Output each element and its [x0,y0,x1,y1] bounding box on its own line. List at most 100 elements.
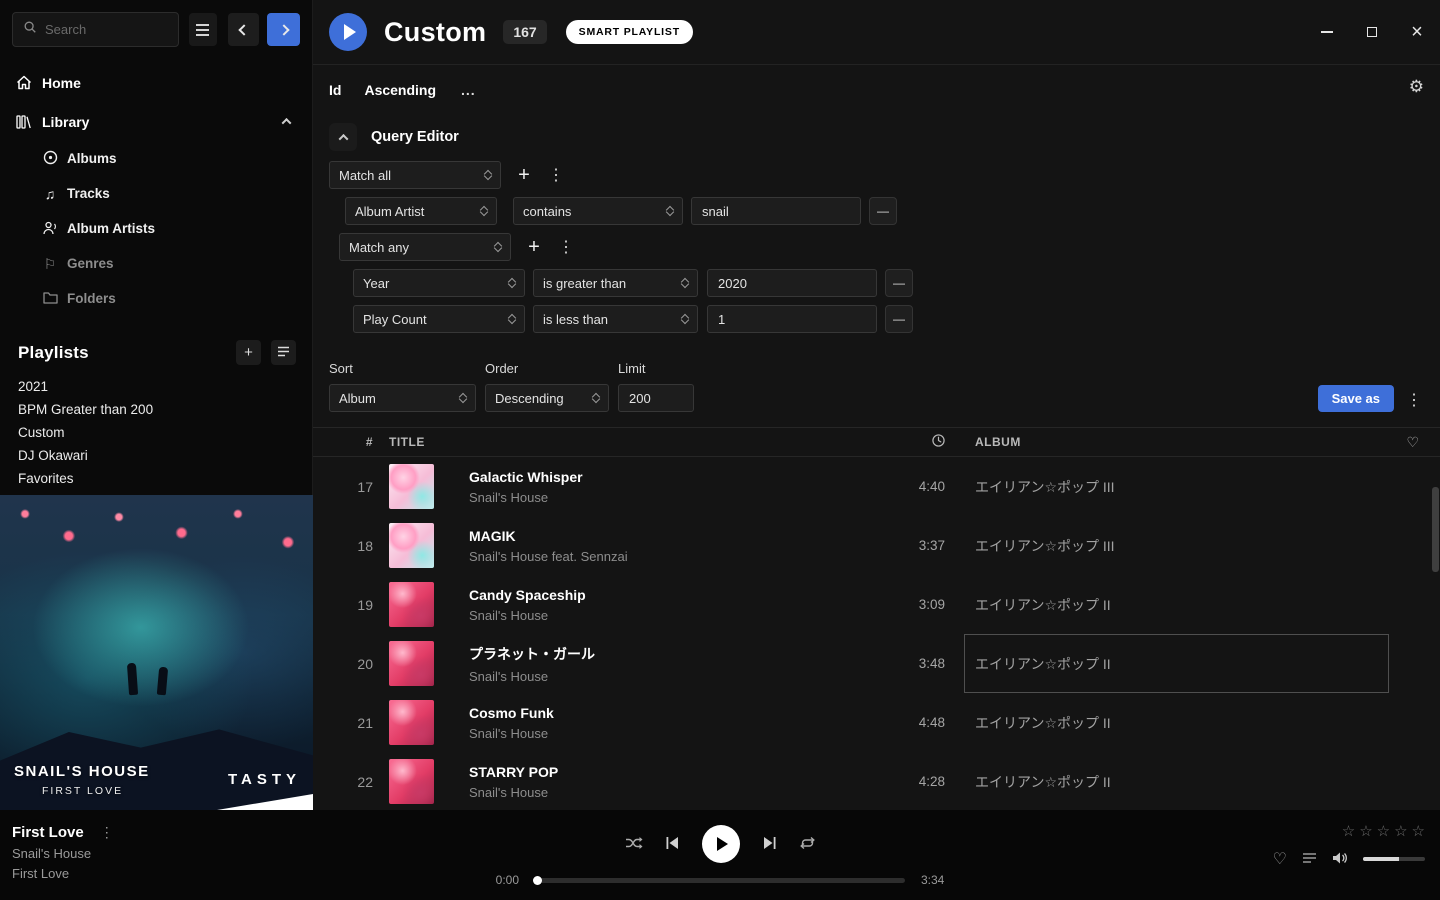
menu-button[interactable] [189,13,217,46]
star-icon[interactable]: ☆ [1342,822,1355,840]
seek-thumb[interactable] [533,876,542,885]
table-row[interactable]: 19 Candy SpaceshipSnail's House 3:09 エイリ… [313,575,1440,634]
group-menu-button[interactable]: ⋮ [552,233,580,261]
rule-operator-select[interactable]: is less than [533,305,698,333]
more-options-button[interactable]: ... [461,82,476,98]
playlist-item[interactable]: 2021 [0,375,312,398]
match-mode-select[interactable]: Match all [329,161,501,189]
forward-button[interactable] [267,13,300,46]
save-as-button[interactable]: Save as [1318,385,1394,412]
table-row[interactable]: 17 Galactic WhisperSnail's House 4:40 エイ… [313,457,1440,516]
search-input[interactable] [45,22,168,37]
rule-field-select[interactable]: Album Artist [345,197,497,225]
volume-slider[interactable] [1363,857,1425,861]
rule-operator-select[interactable]: contains [513,197,683,225]
table-row[interactable]: 21 Cosmo FunkSnail's House 4:48 エイリアン☆ポッ… [313,693,1440,752]
queue-button[interactable] [1302,852,1317,867]
rule-field-select[interactable]: Play Count [353,305,525,333]
minimize-button[interactable] [1320,22,1334,42]
sort-direction-button[interactable]: Ascending [364,82,436,98]
seek-bar[interactable] [535,878,905,883]
table-row[interactable]: 22 STARRY POPSnail's House 4:28 エイリアン☆ポッ… [313,752,1440,810]
sort-field-button[interactable]: Id [329,82,341,98]
remove-rule-button[interactable]: — [885,305,913,333]
focused-album-cell[interactable]: エイリアン☆ポップ II [964,634,1389,693]
sort-order-limit-row: Sort Album Order Descending Limit Save a… [313,341,1440,412]
column-header-title[interactable]: TITLE [373,435,865,449]
match-mode-select[interactable]: Match any [339,233,511,261]
favorite-heart-button[interactable]: ♡ [1273,849,1287,869]
play-pause-button[interactable] [702,825,740,863]
shuffle-button[interactable] [625,836,643,853]
group-menu-button[interactable]: ⋮ [542,161,570,189]
playlist-list-button[interactable] [271,340,296,365]
rule-operator-select[interactable]: is greater than [533,269,698,297]
sidebar-item-tracks[interactable]: ♫ Tracks [0,176,312,211]
previous-track-button[interactable] [665,836,680,853]
play-playlist-button[interactable] [329,13,367,51]
sidebar-item-home[interactable]: Home [0,63,312,102]
select-value: Play Count [363,312,427,327]
column-header-album[interactable]: ALBUM [975,435,1386,449]
column-header-favorite[interactable]: ♡ [1406,434,1419,451]
star-icon[interactable]: ☆ [1359,822,1372,840]
rule-value-input[interactable] [691,197,861,225]
minimize-icon [1321,31,1333,33]
remove-rule-button[interactable]: — [869,197,897,225]
flag-icon: ⚐ [42,257,58,271]
track-number: 17 [313,479,373,495]
playlist-item[interactable]: DJ Okawari [0,444,312,467]
settings-gear-icon[interactable]: ⚙ [1409,77,1424,97]
select-arrows-icon [593,394,599,402]
star-icon[interactable]: ☆ [1412,822,1425,840]
close-button[interactable]: × [1410,22,1424,42]
rule-value-input[interactable] [707,269,877,297]
maximize-button[interactable] [1365,22,1379,42]
play-icon [717,837,728,851]
window-controls: × [1320,21,1424,43]
sidebar-item-library[interactable]: Library [0,102,312,141]
track-number: 18 [313,538,373,554]
table-row[interactable]: 18 MAGIKSnail's House feat. Sennzai 3:37… [313,516,1440,575]
sidebar-item-genres[interactable]: ⚐ Genres [0,246,312,281]
player-bar: First Love ⋮ Snail's House First Love [0,810,1440,900]
table-row[interactable]: 20 プラネット・ガールSnail's House 3:48 エイリアン☆ポップ… [313,634,1440,693]
page-title: Custom [384,17,486,48]
add-rule-button[interactable]: + [520,233,548,261]
playlist-item[interactable]: Custom [0,421,312,444]
playlists-header: Playlists + [18,340,296,365]
sort-select[interactable]: Album [329,384,476,412]
select-arrows-icon [509,315,515,323]
rule-field-select[interactable]: Year [353,269,525,297]
repeat-button[interactable] [799,836,816,853]
query-editor-header: Query Editor [313,115,1440,151]
collapse-library-icon[interactable] [282,118,292,128]
add-rule-button[interactable]: + [510,161,538,189]
progress-section: 0:00 3:34 [485,873,955,887]
scrollbar-thumb[interactable] [1432,487,1439,572]
track-artist: Snail's House [469,669,865,684]
select-arrows-icon [667,207,673,215]
sidebar-item-folders[interactable]: Folders [0,281,312,316]
star-icon[interactable]: ☆ [1394,822,1407,840]
column-header-duration[interactable] [932,434,945,450]
rule-value-input[interactable] [707,305,877,333]
order-select[interactable]: Descending [485,384,609,412]
now-playing-artist: Snail's House [12,846,114,861]
remove-rule-button[interactable]: — [885,269,913,297]
star-icon[interactable]: ☆ [1377,822,1390,840]
sidebar-nav: Home Library Albums ♫ Tracks [0,53,312,316]
column-header-number[interactable]: # [313,435,373,449]
track-menu-button[interactable]: ⋮ [100,824,114,841]
next-track-button[interactable] [762,836,777,853]
add-playlist-button[interactable]: + [236,340,261,365]
save-menu-button[interactable]: ⋮ [1406,390,1422,410]
volume-button[interactable] [1332,851,1348,868]
limit-input[interactable] [618,384,694,412]
playlist-item[interactable]: BPM Greater than 200 [0,398,312,421]
back-button[interactable] [228,13,260,46]
playlist-item[interactable]: Favorites [0,467,312,490]
sidebar-item-album-artists[interactable]: Album Artists [0,211,312,246]
sidebar-item-albums[interactable]: Albums [0,141,312,176]
query-editor-collapse-button[interactable] [329,123,357,151]
